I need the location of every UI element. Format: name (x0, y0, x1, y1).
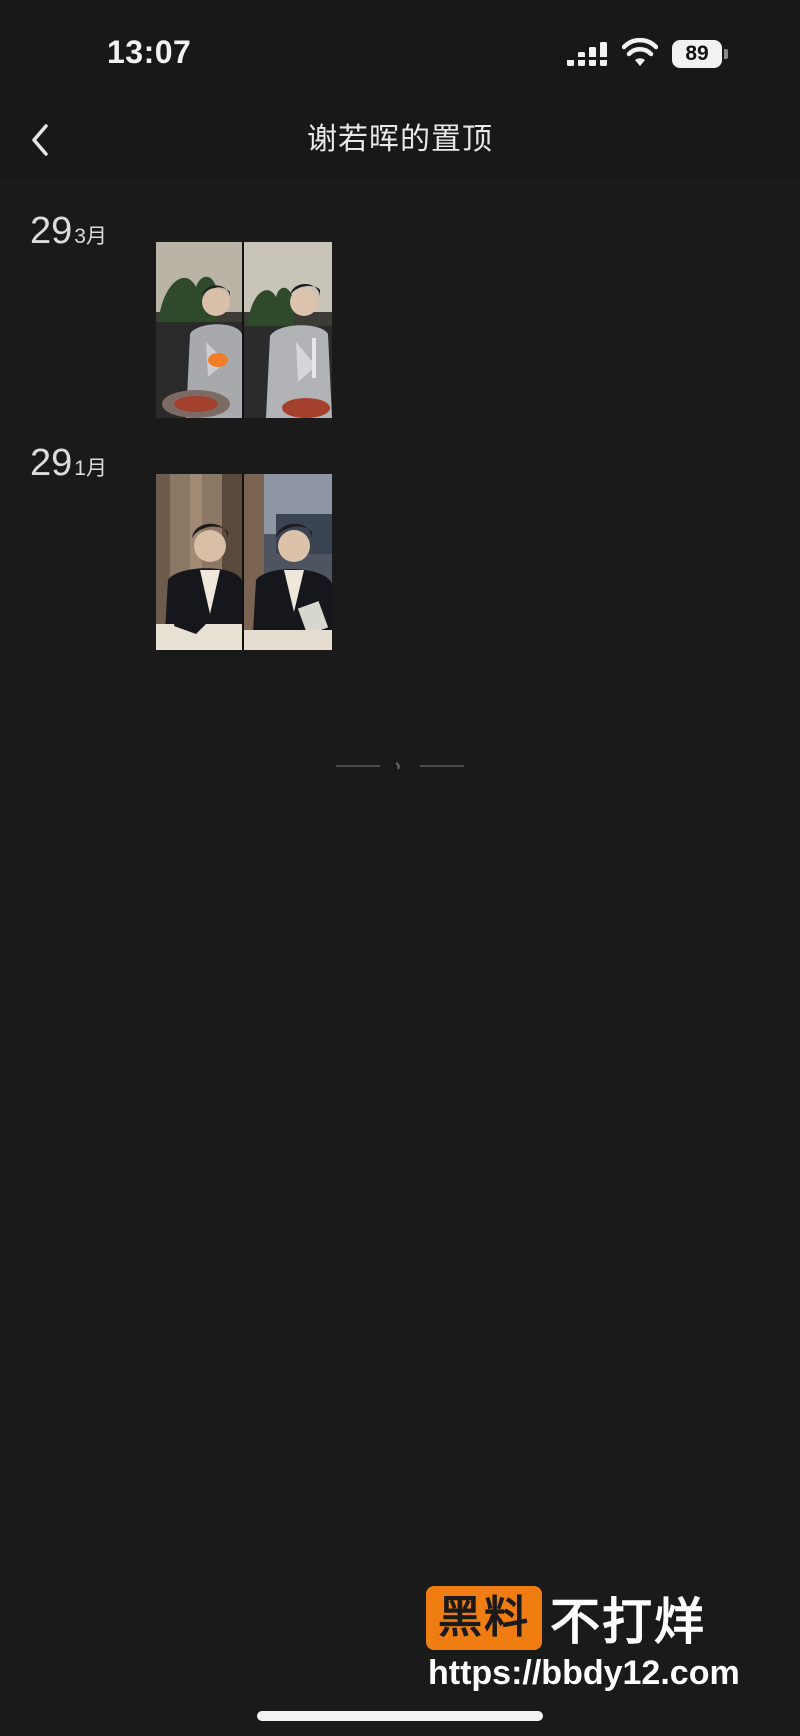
nav-bar: 谢若晖的置顶 (0, 100, 800, 180)
date-month: 3月 (74, 225, 107, 248)
end-of-list-indicator (336, 762, 464, 770)
watermark-logo: 黑料 不打烊 https://bbdy12.com (426, 1586, 766, 1696)
page-title: 谢若晖的置顶 (307, 123, 493, 156)
list-item: 293月 (0, 180, 800, 418)
status-time: 13:07 (107, 34, 192, 70)
date-day: 29 (30, 210, 73, 252)
photo-thumbnail[interactable] (156, 242, 332, 418)
photo-pair-desk (156, 474, 332, 650)
entry-date: 291月 (30, 442, 107, 485)
entry-date: 293月 (30, 210, 107, 253)
watermark-brand: 黑料 不打烊 (426, 1586, 706, 1650)
date-day: 29 (30, 442, 73, 484)
watermark-url: https://bbdy12.com (428, 1654, 740, 1692)
chevron-left-icon (32, 124, 48, 156)
photo-thumbnail[interactable] (156, 474, 332, 650)
battery-cap (724, 49, 728, 59)
battery-icon: 89 (672, 40, 728, 68)
signal-icon (567, 42, 607, 66)
pinned-list: 293月 291月 (0, 180, 800, 1736)
battery-level: 89 (672, 40, 722, 68)
list-item: 291月 (0, 412, 800, 650)
photo-pair-dinner (156, 242, 332, 418)
watermark-brand-rest: 不打烊 (550, 1594, 706, 1650)
wifi-icon (622, 38, 658, 66)
date-month: 1月 (74, 457, 107, 480)
back-button[interactable] (24, 118, 64, 162)
watermark-brand-highlight: 黑料 (426, 1586, 542, 1650)
status-bar: 13:07 89 (0, 0, 800, 100)
home-indicator[interactable] (257, 1711, 543, 1721)
